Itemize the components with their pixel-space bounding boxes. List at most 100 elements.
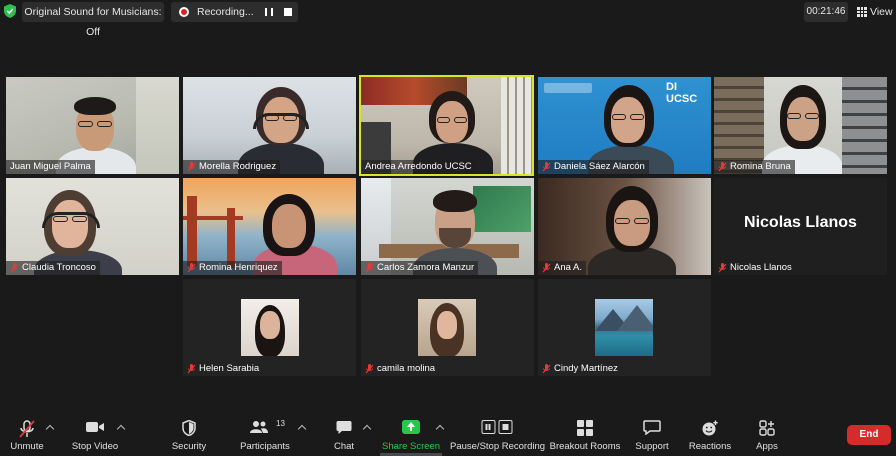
reactions-button[interactable]: Reactions bbox=[686, 410, 734, 456]
participant-name: Daniela Sáez Alarcón bbox=[554, 161, 645, 172]
video-tile-juan-miguel-palma[interactable]: Juan Miguel Palma bbox=[6, 77, 179, 174]
participants-button[interactable]: 13 Participants bbox=[236, 410, 294, 456]
mic-muted-icon bbox=[542, 263, 551, 273]
participant-name: Juan Miguel Palma bbox=[10, 161, 91, 172]
stop-video-button[interactable]: Stop Video bbox=[66, 410, 124, 456]
breakout-rooms-label: Breakout Rooms bbox=[549, 441, 621, 452]
participant-name: camila molina bbox=[377, 363, 436, 374]
apps-label: Apps bbox=[756, 441, 778, 452]
apps-button[interactable]: Apps bbox=[748, 410, 786, 456]
participant-name: Andrea Arredondo UCSC bbox=[365, 161, 472, 172]
breakout-rooms-icon bbox=[577, 420, 593, 436]
pause-stop-recording-button[interactable]: Pause/Stop Recording bbox=[450, 410, 546, 456]
recording-label: Recording... bbox=[197, 6, 254, 18]
meeting-toolbar: Unmute Stop Video Security 13 Participan… bbox=[0, 410, 896, 456]
chat-label: Chat bbox=[333, 441, 355, 452]
video-tile-andrea-arredondo-ucsc[interactable]: Andrea Arredondo UCSC bbox=[359, 75, 534, 176]
mic-muted-icon bbox=[718, 263, 727, 273]
participant-nametag: Helen Sarabia bbox=[183, 362, 263, 376]
pause-stop-icon bbox=[481, 420, 513, 434]
participant-name: Nicolas Llanos bbox=[730, 262, 792, 273]
participant-nametag: Nicolas Llanos bbox=[714, 261, 796, 275]
participant-nametag: Daniela Sáez Alarcón bbox=[538, 160, 649, 174]
participant-name: Romina Bruna bbox=[730, 161, 791, 172]
participant-nametag: Claudia Troncoso bbox=[6, 261, 100, 275]
video-tile-morella-rodriguez[interactable]: Morella Rodriguez bbox=[183, 77, 356, 174]
video-tile-nicolas-llanos[interactable]: Nicolas Llanos Nicolas Llanos bbox=[714, 178, 887, 275]
participant-name: Carlos Zamora Manzur bbox=[377, 262, 475, 273]
shield-icon[interactable] bbox=[4, 4, 16, 18]
breakout-rooms-button[interactable]: Breakout Rooms bbox=[548, 410, 622, 456]
mic-muted-icon bbox=[187, 263, 196, 273]
chat-bubble-icon bbox=[336, 421, 352, 434]
video-off-name: Nicolas Llanos bbox=[744, 214, 857, 231]
view-label: View bbox=[870, 6, 893, 18]
participant-name: Ana A. bbox=[554, 262, 582, 273]
reactions-label: Reactions bbox=[688, 441, 732, 452]
participant-nametag: Andrea Arredondo UCSC bbox=[361, 160, 476, 174]
video-tile-romina-bruna[interactable]: Romina Bruna bbox=[714, 77, 887, 174]
pause-stop-recording-label: Pause/Stop Recording bbox=[450, 441, 546, 452]
mic-muted-icon bbox=[365, 263, 374, 273]
mic-muted-icon bbox=[542, 162, 551, 172]
participant-nametag: Romina Bruna bbox=[714, 160, 795, 174]
participant-name: Romina Henriquez bbox=[199, 262, 278, 273]
participant-nametag: Morella Rodriguez bbox=[183, 160, 281, 174]
participants-options-chevron-icon[interactable] bbox=[297, 424, 307, 434]
meeting-timer: 00:21:46 bbox=[804, 2, 848, 22]
participant-nametag: Cindy Martínez bbox=[538, 362, 622, 376]
participant-nametag: Ana A. bbox=[538, 261, 586, 275]
unmute-label: Unmute bbox=[10, 441, 44, 452]
stop-video-label: Stop Video bbox=[71, 441, 119, 452]
video-tile-camila-molina[interactable]: camila molina bbox=[361, 279, 534, 376]
mic-muted-icon bbox=[542, 364, 551, 374]
video-tile-daniela-saez-alarcon[interactable]: DI UCSC Daniela Sáez Alarcón bbox=[538, 77, 711, 174]
profile-picture bbox=[595, 299, 653, 356]
mic-muted-icon bbox=[187, 162, 196, 172]
participant-name: Morella Rodriguez bbox=[199, 161, 277, 172]
chat-button[interactable]: Chat bbox=[326, 410, 362, 456]
microphone-muted-icon bbox=[19, 420, 35, 438]
support-button[interactable]: Support bbox=[630, 410, 674, 456]
video-tile-helen-sarabia[interactable]: Helen Sarabia bbox=[183, 279, 356, 376]
video-tile-romina-henriquez[interactable]: Romina Henriquez bbox=[183, 178, 356, 275]
unmute-button[interactable]: Unmute bbox=[4, 410, 50, 456]
view-button[interactable]: View bbox=[852, 2, 894, 22]
original-sound-label: Original Sound for Musicians: Off bbox=[24, 6, 162, 38]
participants-icon bbox=[250, 421, 269, 433]
participant-nametag: Carlos Zamora Manzur bbox=[361, 261, 479, 275]
participant-nametag: camila molina bbox=[361, 362, 439, 376]
video-tile-ana-a[interactable]: Ana A. bbox=[538, 178, 711, 275]
recording-indicator: Recording... bbox=[171, 2, 298, 22]
recording-dot-icon bbox=[179, 7, 189, 17]
participant-name: Cindy Martínez bbox=[554, 363, 618, 374]
participants-count: 13 bbox=[276, 419, 285, 428]
reactions-emoji-icon bbox=[702, 420, 718, 436]
share-screen-label: Share Screen bbox=[382, 441, 441, 452]
mic-muted-icon bbox=[365, 364, 374, 374]
pause-recording-icon[interactable] bbox=[265, 8, 273, 16]
participant-name: Helen Sarabia bbox=[199, 363, 260, 374]
stop-recording-icon[interactable] bbox=[284, 8, 292, 16]
profile-picture bbox=[418, 299, 476, 356]
shield-icon bbox=[182, 420, 196, 436]
end-meeting-button[interactable]: End bbox=[847, 425, 891, 445]
mic-muted-icon bbox=[10, 263, 19, 273]
apps-icon bbox=[759, 420, 775, 436]
support-chat-icon bbox=[643, 420, 661, 435]
video-tile-claudia-troncoso[interactable]: Claudia Troncoso bbox=[6, 178, 179, 275]
share-screen-button[interactable]: Share Screen bbox=[382, 410, 440, 456]
share-screen-icon bbox=[402, 420, 420, 434]
video-tile-carlos-zamora-manzur[interactable]: Carlos Zamora Manzur bbox=[361, 178, 534, 275]
security-button[interactable]: Security bbox=[166, 410, 212, 456]
original-sound-toggle[interactable]: Original Sound for Musicians: Off bbox=[22, 2, 164, 38]
participant-nametag: Juan Miguel Palma bbox=[6, 160, 95, 174]
chat-options-chevron-icon[interactable] bbox=[362, 424, 372, 434]
meeting-top-bar: Original Sound for Musicians: Off Record… bbox=[0, 0, 896, 38]
profile-picture bbox=[241, 299, 299, 356]
video-tile-cindy-martinez[interactable]: Cindy Martínez bbox=[538, 279, 711, 376]
video-camera-icon bbox=[86, 422, 104, 432]
mic-muted-icon bbox=[187, 364, 196, 374]
participant-nametag: Romina Henriquez bbox=[183, 261, 282, 275]
security-label: Security bbox=[171, 441, 207, 452]
